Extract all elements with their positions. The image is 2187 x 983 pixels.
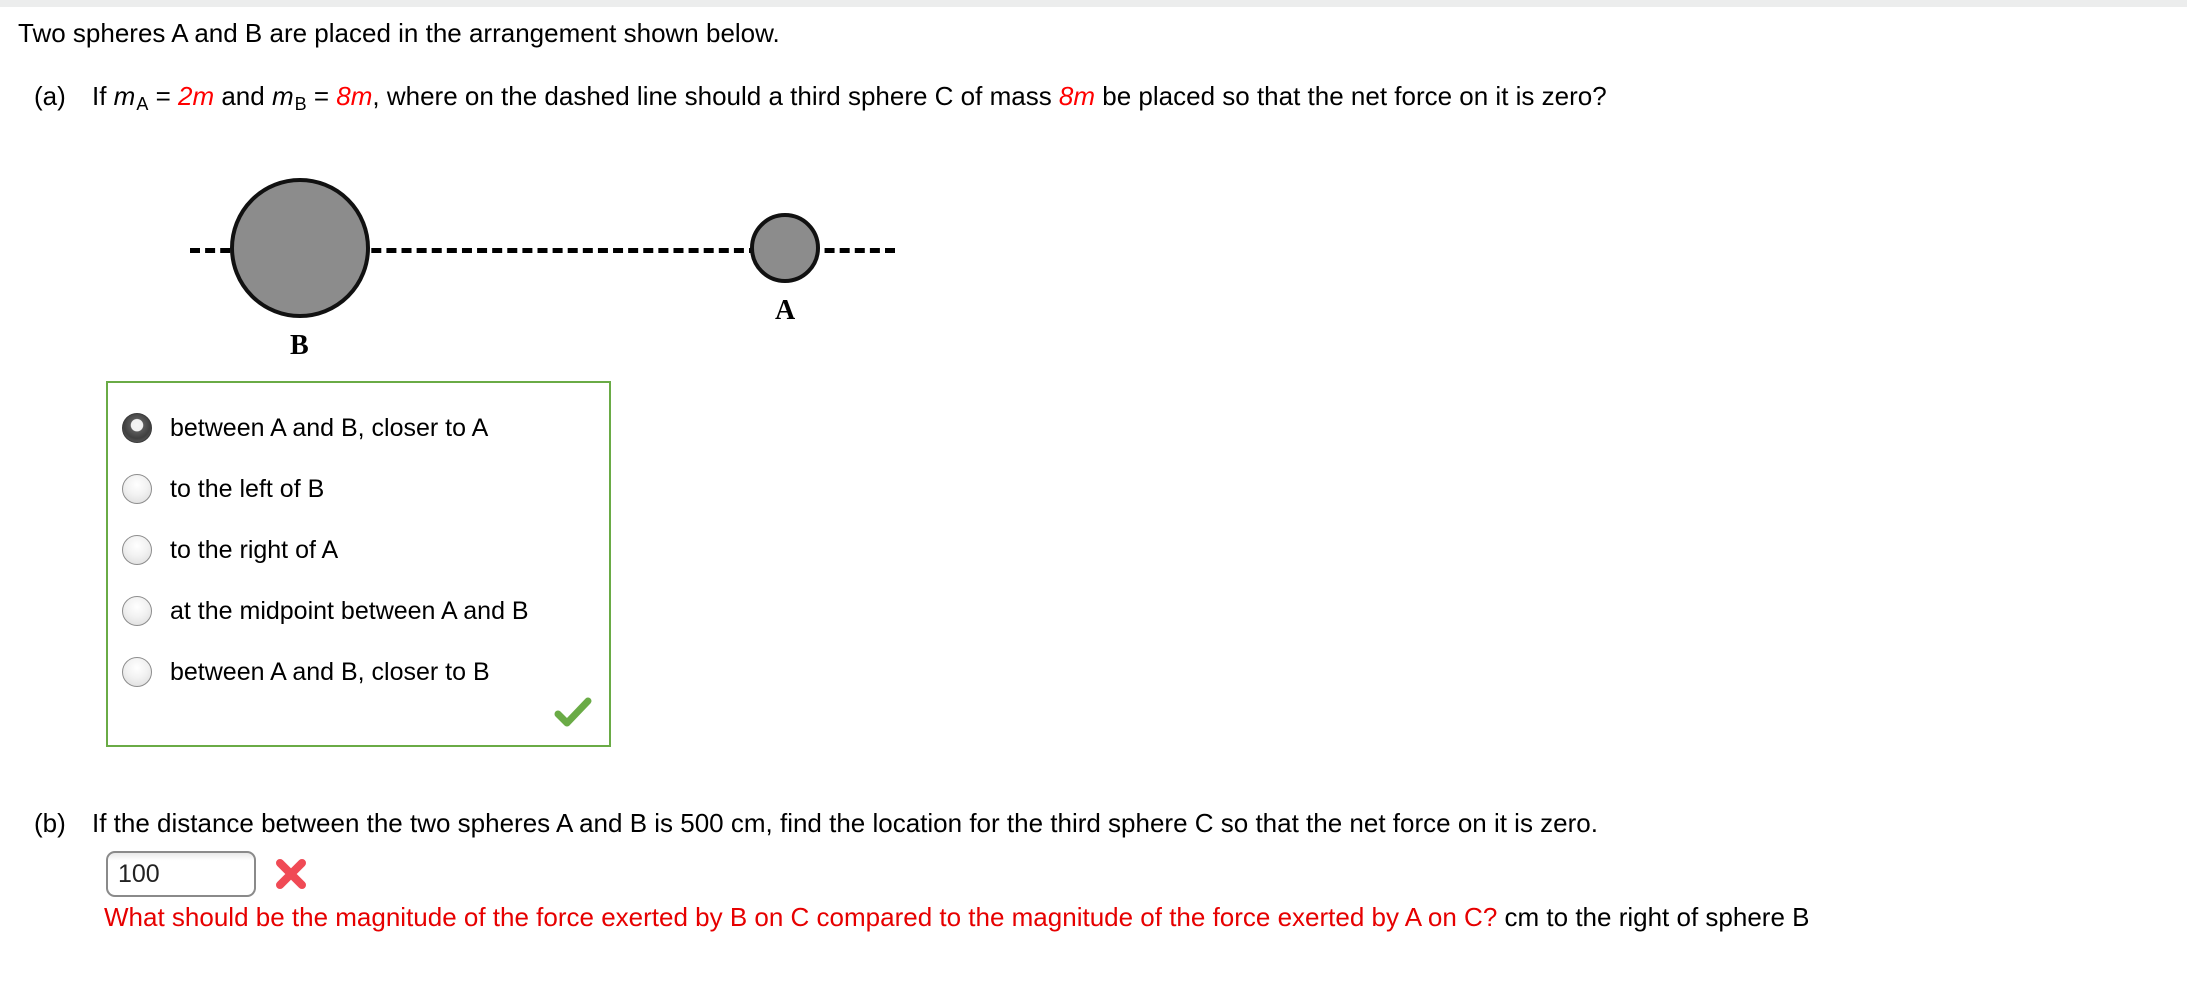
part-b-label: (b): [34, 808, 66, 838]
radio-button-3[interactable]: [122, 595, 152, 626]
part-a-label: (a): [34, 81, 66, 111]
equals-2: =: [306, 81, 337, 111]
part-b-text: If the distance between the two spheres …: [92, 808, 1598, 838]
sphere-a-label: A: [775, 295, 796, 326]
mass-b-subscript: B: [294, 94, 307, 114]
radio-button-2[interactable]: [122, 534, 152, 565]
feedback-unit-tail: cm to the right of sphere B: [1497, 902, 1810, 932]
radio-button-0[interactable]: [122, 412, 152, 443]
mass-b-symbol: m: [271, 81, 294, 111]
mass-a-value: 2m: [178, 81, 215, 111]
equals-1: =: [148, 81, 178, 111]
correct-check-icon: [554, 697, 592, 727]
part-b-question: (b) If the distance between the two spher…: [34, 806, 1598, 840]
incorrect-x-icon: [276, 859, 306, 889]
sphere-b-shape: [230, 178, 370, 318]
radio-button-4[interactable]: [122, 656, 152, 687]
intro-text: Two spheres A and B are placed in the ar…: [18, 18, 780, 48]
option-label-4: between A and B, closer to B: [170, 657, 490, 686]
option-row-2[interactable]: to the right of A: [108, 519, 609, 580]
sphere-a-shape: [750, 213, 820, 283]
multiple-choice-box: between A and B, closer to A to the left…: [106, 381, 611, 747]
sphere-b-label: B: [290, 330, 309, 361]
part-a-question: (a) If mA = 2m and mB = 8m, where on the …: [34, 79, 1607, 121]
radio-button-1[interactable]: [122, 473, 152, 504]
option-label-2: to the right of A: [170, 535, 339, 564]
part-a-text-1: If: [92, 81, 114, 111]
part-a-text-2: , where on the dashed line should a thir…: [372, 81, 1059, 111]
part-a-text-3: be placed so that the net force on it is…: [1095, 81, 1607, 111]
mass-a-subscript: A: [136, 94, 149, 114]
answer-row: [106, 851, 308, 897]
option-row-0[interactable]: between A and B, closer to A: [108, 397, 609, 458]
mass-c-value: 8m: [1058, 81, 1096, 111]
feedback-question: What should be the magnitude of the forc…: [104, 902, 1498, 932]
option-row-3[interactable]: at the midpoint between A and B: [108, 580, 609, 641]
and-connector: and: [214, 81, 272, 111]
answer-input[interactable]: [106, 851, 256, 897]
mass-b-value: 8m: [336, 81, 373, 111]
mass-a-symbol: m: [113, 81, 136, 111]
option-label-1: to the left of B: [170, 474, 325, 503]
option-label-0: between A and B, closer to A: [170, 413, 489, 442]
option-row-1[interactable]: to the left of B: [108, 458, 609, 519]
option-row-4[interactable]: between A and B, closer to B: [108, 641, 609, 702]
top-strip: [0, 0, 2187, 7]
option-label-3: at the midpoint between A and B: [170, 596, 529, 625]
feedback-message: What should be the magnitude of the forc…: [104, 900, 1809, 934]
